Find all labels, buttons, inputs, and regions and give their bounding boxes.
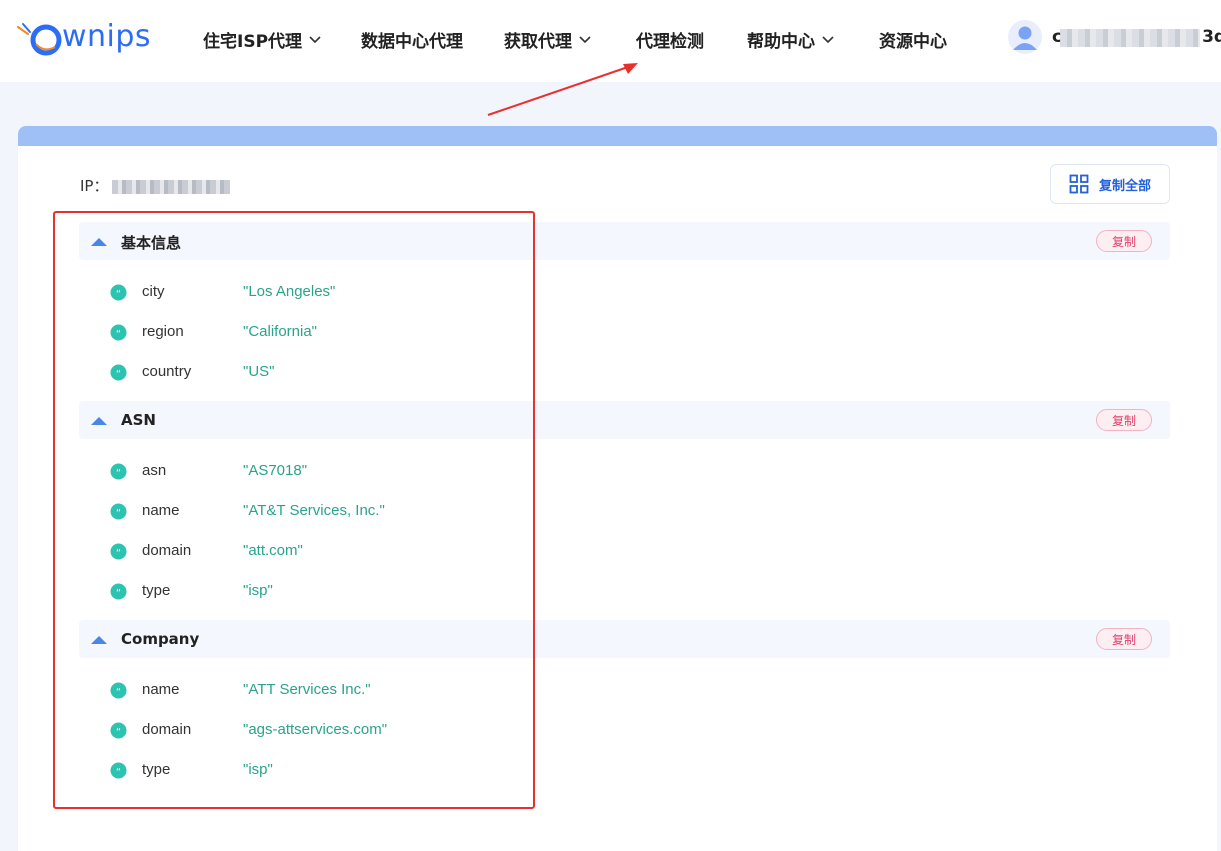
grid-icon <box>1069 174 1089 194</box>
section-basic-info-header[interactable]: 基本信息 复制 <box>79 222 1170 260</box>
field-value: "AS7018" <box>243 462 308 479</box>
list-item: “ name "AT&T Services, Inc." <box>110 500 530 522</box>
quote-icon: “ <box>110 543 127 559</box>
list-item: “ type "isp" <box>110 580 530 602</box>
field-key: asn <box>142 462 167 479</box>
field-key: domain <box>142 542 192 559</box>
field-value: "isp" <box>243 761 273 778</box>
field-value: "Los Angeles" <box>243 283 336 300</box>
chevron-down-icon <box>579 36 591 44</box>
collapse-triangle-icon <box>91 636 107 644</box>
svg-text:“: “ <box>116 727 121 738</box>
copy-button[interactable]: 复制 <box>1096 230 1152 252</box>
quote-icon: “ <box>110 762 127 778</box>
redacted-username <box>1060 29 1200 47</box>
svg-text:“: “ <box>116 767 121 778</box>
nav-proxy-check[interactable]: 代理检测 <box>636 27 704 52</box>
section-title: Company <box>121 630 200 648</box>
copy-all-button[interactable]: 复制全部 <box>1050 164 1170 204</box>
list-item: “ domain "att.com" <box>110 540 530 562</box>
list-item: “ region "California" <box>110 321 530 343</box>
nav-datacenter-proxy[interactable]: 数据中心代理 <box>361 27 463 52</box>
field-value: "US" <box>243 363 275 380</box>
list-item: “ type "isp" <box>110 759 530 781</box>
top-header: wnips 住宅ISP代理 数据中心代理 获取代理 代理检测 帮助中心 资源中心 <box>0 0 1221 82</box>
svg-text:“: “ <box>116 329 121 340</box>
section-asn-header[interactable]: ASN 复制 <box>79 401 1170 439</box>
quote-icon: “ <box>110 583 127 599</box>
field-value: "AT&T Services, Inc." <box>243 502 385 519</box>
avatar <box>1008 20 1042 54</box>
chevron-down-icon <box>822 36 834 44</box>
field-key: type <box>142 582 171 599</box>
field-key: city <box>142 283 165 300</box>
list-item: “ country "US" <box>110 361 530 383</box>
svg-text:“: “ <box>116 508 121 519</box>
svg-text:“: “ <box>116 687 121 698</box>
ip-label: IP： <box>80 177 109 195</box>
nav-label: 数据中心代理 <box>361 31 463 52</box>
nav-get-proxy[interactable]: 获取代理 <box>504 27 592 52</box>
field-value: "isp" <box>243 582 273 599</box>
quote-icon: “ <box>110 682 127 698</box>
list-item: “ domain "ags-attservices.com" <box>110 719 530 741</box>
username: c3d5976 <box>1052 27 1221 47</box>
list-item: “ city "Los Angeles" <box>110 281 530 303</box>
nav-label: 住宅ISP代理 <box>203 31 303 52</box>
field-key: region <box>142 323 184 340</box>
collapse-triangle-icon <box>91 417 107 425</box>
card-header-bar <box>18 126 1217 148</box>
field-value: "ATT Services Inc." <box>243 681 371 698</box>
redacted-ip <box>112 179 231 194</box>
svg-text:“: “ <box>116 468 121 479</box>
field-value: "att.com" <box>243 542 303 559</box>
nav-label: 帮助中心 <box>747 31 815 52</box>
quote-icon: “ <box>110 324 127 340</box>
field-key: name <box>142 681 180 698</box>
nav-help-center[interactable]: 帮助中心 <box>747 27 835 52</box>
svg-text:“: “ <box>116 369 121 380</box>
field-value: "ags-attservices.com" <box>243 721 388 738</box>
nav-label: 代理检测 <box>636 31 704 52</box>
nav-label: 获取代理 <box>504 31 572 52</box>
quote-icon: “ <box>110 722 127 738</box>
list-item: “ name "ATT Services Inc." <box>110 679 530 701</box>
ip-line: IP： <box>80 175 231 196</box>
field-key: name <box>142 502 180 519</box>
user-menu[interactable]: c3d5976 <box>1008 20 1221 54</box>
svg-text:“: “ <box>116 548 121 559</box>
nav-residential-isp-proxy[interactable]: 住宅ISP代理 <box>203 27 322 52</box>
list-item: “ asn "AS7018" <box>110 460 530 482</box>
svg-text:“: “ <box>116 289 121 300</box>
nav-resource-center[interactable]: 资源中心 <box>879 27 947 52</box>
copy-all-label: 复制全部 <box>1098 177 1151 193</box>
nav-label: 资源中心 <box>879 31 947 52</box>
field-value: "California" <box>243 323 318 340</box>
field-key: type <box>142 761 171 778</box>
quote-icon: “ <box>110 284 127 300</box>
field-key: domain <box>142 721 192 738</box>
chevron-down-icon <box>309 36 321 44</box>
section-title: ASN <box>121 411 156 429</box>
svg-text:“: “ <box>116 588 121 599</box>
copy-button[interactable]: 复制 <box>1096 628 1152 650</box>
section-title: 基本信息 <box>121 234 182 252</box>
quote-icon: “ <box>110 503 127 519</box>
section-company-header[interactable]: Company 复制 <box>79 620 1170 658</box>
quote-icon: “ <box>110 364 127 380</box>
quote-icon: “ <box>110 463 127 479</box>
copy-button[interactable]: 复制 <box>1096 409 1152 431</box>
collapse-triangle-icon <box>91 238 107 246</box>
field-key: country <box>142 363 192 380</box>
